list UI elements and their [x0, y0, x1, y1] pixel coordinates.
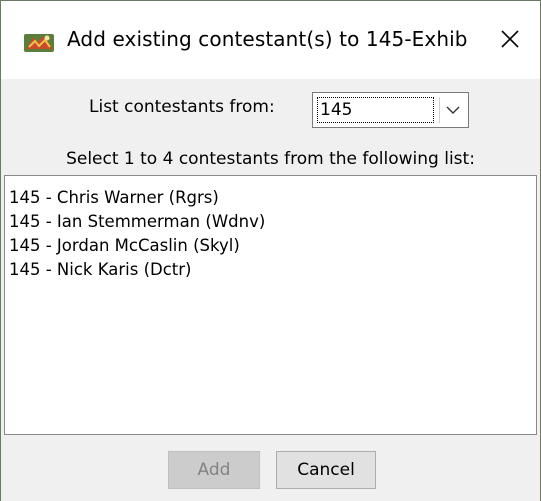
title-bar: Add existing contestant(s) to 145-Exhib: [1, 1, 540, 79]
list-item[interactable]: 145 - Jordan McCaslin (Skyl): [5, 234, 536, 258]
list-item[interactable]: 145 - Nick Karis (Dctr): [5, 258, 536, 282]
close-button[interactable]: [487, 19, 533, 63]
instruction-text: Select 1 to 4 contestants from the follo…: [66, 149, 475, 169]
dialog-body: List contestants from: 145 Select 1 to 4…: [1, 79, 540, 501]
combobox-separator: [439, 97, 440, 123]
list-item[interactable]: 145 - Ian Stemmerman (Wdnv): [5, 210, 536, 234]
combobox-selected-value: 145: [317, 97, 434, 123]
list-from-combobox[interactable]: 145: [312, 92, 469, 128]
list-item[interactable]: 145 - Chris Warner (Rgrs): [5, 186, 536, 210]
button-row: Add Cancel: [1, 451, 540, 491]
contestant-list[interactable]: 145 - Chris Warner (Rgrs) 145 - Ian Stem…: [4, 175, 537, 435]
dialog-window: Add existing contestant(s) to 145-Exhib …: [0, 0, 541, 501]
close-icon: [500, 29, 520, 53]
dialog-title: Add existing contestant(s) to 145-Exhib: [67, 27, 468, 51]
list-from-row: List contestants from: 145: [1, 85, 540, 133]
list-from-label: List contestants from:: [89, 97, 275, 117]
cancel-button[interactable]: Cancel: [276, 451, 376, 489]
app-icon: [23, 31, 55, 55]
chevron-down-icon[interactable]: [444, 101, 462, 119]
add-button[interactable]: Add: [168, 451, 260, 489]
